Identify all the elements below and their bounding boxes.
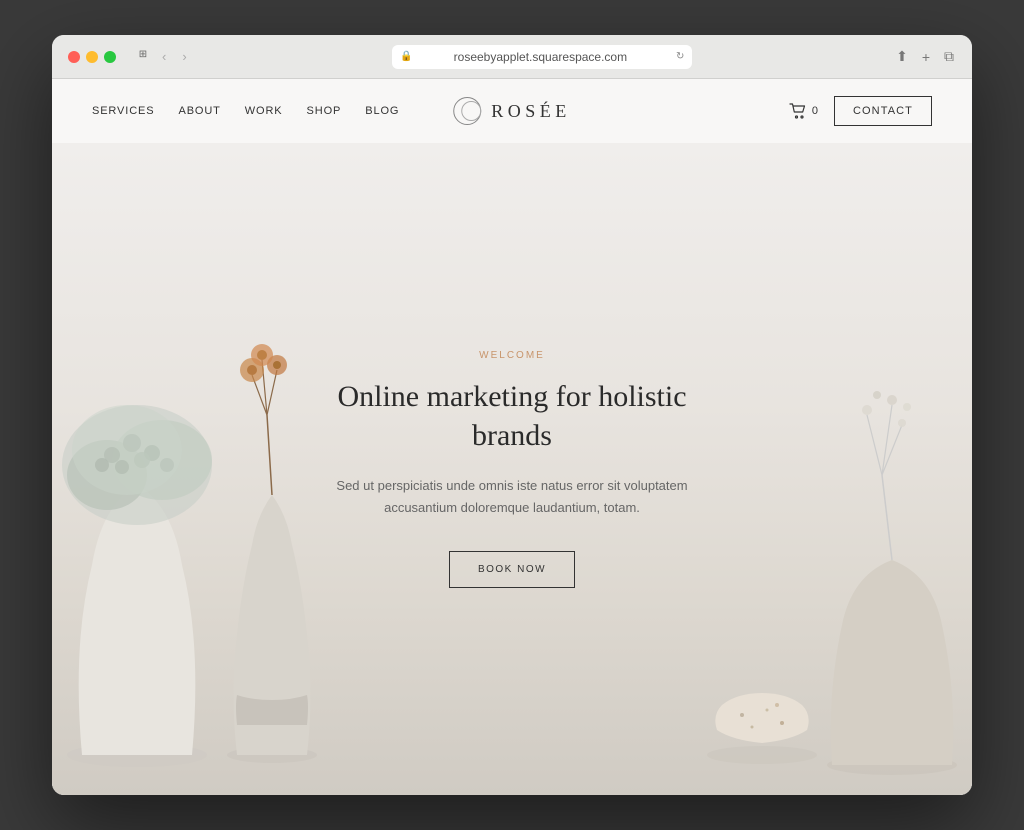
window-actions: ⬆ + ⧉: [894, 46, 956, 67]
fullscreen-button[interactable]: [104, 51, 116, 63]
address-bar-area: 🔒 ↻: [199, 45, 886, 69]
nav-about[interactable]: ABOUT: [178, 105, 220, 117]
logo-text: ROSÉE: [491, 101, 571, 122]
nav-work[interactable]: WORK: [245, 105, 283, 117]
nav-right: 0 CONTACT: [789, 96, 932, 126]
welcome-label: WELCOME: [302, 350, 722, 361]
minimize-button[interactable]: [86, 51, 98, 63]
hero-subtitle: Sed ut perspiciatis unde omnis iste natu…: [302, 475, 722, 519]
address-bar-wrapper: 🔒 ↻: [392, 45, 692, 69]
refresh-icon[interactable]: ↻: [676, 51, 684, 62]
nav-shop[interactable]: SHOP: [307, 105, 342, 117]
mac-window: ⊞ ‹ › 🔒 ↻ ⬆ + ⧉ SERVICES ABOUT WORK SHOP: [52, 35, 972, 795]
nav-blog[interactable]: BLOG: [365, 105, 399, 117]
hero-title: Online marketing for holistic brands: [302, 377, 722, 455]
cart-icon: [789, 103, 807, 119]
close-button[interactable]: [68, 51, 80, 63]
forward-button[interactable]: ›: [178, 47, 190, 66]
cart-button[interactable]: 0: [789, 103, 818, 119]
new-tab-icon[interactable]: +: [920, 47, 932, 67]
hero-content: WELCOME Online marketing for holistic br…: [302, 350, 722, 588]
site-logo[interactable]: ROSÉE: [453, 97, 571, 125]
window-controls: ⊞ ‹ ›: [136, 47, 191, 66]
hero-section: WELCOME Online marketing for holistic br…: [52, 143, 972, 795]
contact-button[interactable]: CONTACT: [834, 96, 932, 126]
nav-links-left: SERVICES ABOUT WORK SHOP BLOG: [92, 105, 399, 117]
share-icon[interactable]: ⬆: [894, 46, 910, 67]
right-vases-illustration: [682, 315, 972, 795]
cart-count: 0: [812, 105, 818, 117]
address-input[interactable]: [392, 45, 692, 69]
sidebar-toggle-icon[interactable]: ⊞: [136, 47, 150, 61]
tab-overview-icon[interactable]: ⧉: [942, 46, 956, 67]
logo-icon: [453, 97, 481, 125]
nav-services[interactable]: SERVICES: [92, 105, 154, 117]
book-now-button[interactable]: BOOK NOW: [449, 551, 575, 588]
site-nav: SERVICES ABOUT WORK SHOP BLOG ROSÉE 0: [52, 79, 972, 143]
traffic-lights: [68, 51, 116, 63]
back-button[interactable]: ‹: [158, 47, 170, 66]
website-content: SERVICES ABOUT WORK SHOP BLOG ROSÉE 0: [52, 79, 972, 795]
title-bar: ⊞ ‹ › 🔒 ↻ ⬆ + ⧉: [52, 35, 972, 79]
lock-icon: 🔒: [400, 51, 412, 62]
